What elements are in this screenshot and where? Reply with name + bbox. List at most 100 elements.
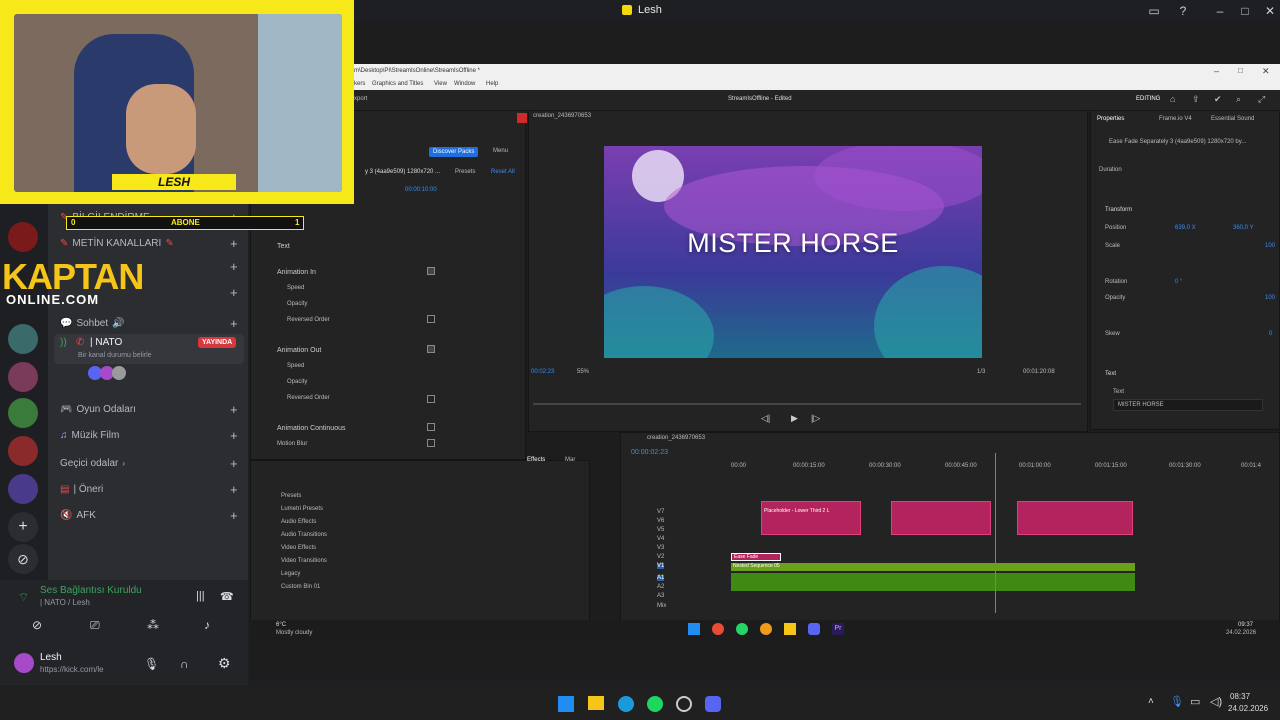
text-input[interactable]: MISTER HORSE	[1113, 399, 1263, 411]
tab-essential-sound[interactable]: Essential Sound	[1211, 116, 1254, 122]
playhead-timecode[interactable]: 00:02:23	[531, 369, 554, 375]
edge-icon[interactable]	[618, 696, 634, 712]
folder-item[interactable]: Audio Effects	[281, 519, 316, 525]
folder-item[interactable]: Legacy	[281, 571, 300, 577]
transform-section[interactable]: Transform	[1105, 207, 1132, 213]
disconnect-icon[interactable]: ☎	[220, 590, 234, 603]
share-icon[interactable]: ⇪	[1192, 94, 1200, 105]
scale-value[interactable]: 100	[1265, 243, 1275, 249]
timeline-clip-selected[interactable]: Ease Fade	[731, 553, 781, 561]
folder-item[interactable]: Presets	[281, 493, 301, 499]
close-panel-icon[interactable]	[517, 113, 527, 123]
help-icon[interactable]: ?	[1175, 3, 1191, 19]
display-icon[interactable]: ▭	[1190, 695, 1200, 708]
step-back-icon[interactable]: ◁|	[761, 413, 770, 424]
section-animation-out[interactable]: Animation Out	[277, 347, 321, 354]
presets-dropdown[interactable]: Presets	[455, 169, 475, 175]
section-text[interactable]: Text	[277, 243, 290, 250]
activity-icon[interactable]: ⁂	[147, 618, 159, 632]
rotation-value[interactable]: 0 °	[1175, 279, 1182, 285]
windows-start-icon[interactable]	[558, 696, 574, 712]
zoom-dropdown[interactable]: 55%	[577, 369, 589, 375]
screen-share-icon[interactable]: ⎚	[90, 618, 100, 633]
menu-item[interactable]: kers	[354, 81, 365, 87]
channel-category[interactable]: ♫ Müzik Film +	[60, 428, 238, 443]
channel-category[interactable]: 🔇 AFK +	[60, 508, 238, 523]
add-channel-icon[interactable]: +	[230, 316, 238, 331]
settings-gear-icon[interactable]: ⚙	[218, 655, 231, 672]
quality-dropdown[interactable]: 1/3	[977, 369, 985, 375]
play-button[interactable]: ▶	[791, 413, 798, 424]
spotify-icon[interactable]	[647, 696, 663, 712]
microphone-icon[interactable]: 🎙	[144, 657, 159, 671]
checkbox[interactable]	[427, 423, 435, 431]
timeline-clip[interactable]	[891, 501, 991, 535]
add-channel-icon[interactable]: +	[230, 402, 238, 417]
maximize-button[interactable]: □	[1237, 3, 1253, 19]
export-tab[interactable]: xport	[354, 96, 367, 102]
app-icon[interactable]	[760, 623, 772, 635]
scrubber-bar[interactable]	[533, 403, 1081, 405]
opacity-value[interactable]: 100	[1265, 295, 1275, 301]
explore-icon[interactable]: ⊘	[8, 544, 38, 574]
discover-packs-button[interactable]: Discover Packs	[429, 147, 479, 157]
timeline-clip[interactable]: Placeholder - Lower Third 2 L	[761, 501, 861, 535]
text-section[interactable]: Text	[1105, 371, 1116, 377]
channel-category[interactable]: Geçici odalar › +	[60, 456, 238, 471]
fullscreen-icon[interactable]: ⤢	[1258, 94, 1265, 105]
add-channel-icon[interactable]: +	[230, 508, 238, 523]
volume-icon[interactable]: ◁)	[1210, 695, 1222, 708]
picture-in-picture-icon[interactable]: ▭	[1146, 3, 1162, 19]
menu-item[interactable]: View	[434, 81, 447, 87]
server-icon[interactable]	[8, 324, 38, 354]
soundboard-icon[interactable]: ♪	[204, 618, 210, 632]
checkbox[interactable]	[427, 345, 435, 353]
timeline-timecode[interactable]: 00:00:02:23	[631, 449, 668, 456]
timeline-clip[interactable]	[1017, 501, 1133, 535]
folder-item[interactable]: Lumetri Presets	[281, 506, 323, 512]
folder-icon[interactable]	[784, 623, 796, 635]
add-channel-icon[interactable]: +	[230, 456, 238, 471]
menu-item[interactable]: Help	[486, 81, 498, 87]
menu-item[interactable]: Graphics and Titles	[372, 81, 423, 87]
skew-value[interactable]: 0	[1269, 331, 1272, 337]
search-icon[interactable]: ⌕	[1236, 94, 1241, 105]
windows-start-icon[interactable]	[688, 623, 700, 635]
file-explorer-icon[interactable]	[588, 696, 604, 710]
position-x-value[interactable]: 639,0 X	[1175, 225, 1196, 231]
folder-item[interactable]: Video Effects	[281, 545, 316, 551]
timeline-tab[interactable]: creation_2436970653	[647, 435, 705, 441]
premiere-icon[interactable]: Pr	[832, 623, 844, 635]
folder-item[interactable]: Audio Transitions	[281, 532, 327, 538]
channel-sohbet[interactable]: 💬 Sohbet 🔊 +	[60, 316, 238, 331]
status-icon[interactable]: ✔	[1214, 94, 1222, 105]
workspaces-icon[interactable]: ⌂	[1170, 94, 1175, 104]
sequence-tab[interactable]: creation_2436970653	[533, 113, 591, 119]
headphones-icon[interactable]: ∩	[180, 657, 189, 671]
checkbox[interactable]	[427, 439, 435, 447]
live-channel[interactable]: )) ✆ | NATO YAYINDA Bir kanal durumu bel…	[54, 334, 244, 364]
whatsapp-icon[interactable]	[736, 623, 748, 635]
channel-category[interactable]: ✎ METİN KANALLARI ✎ +	[60, 236, 238, 251]
add-channel-icon[interactable]: +	[230, 236, 238, 251]
tab-effects[interactable]: Effects	[527, 457, 545, 463]
minimize-button[interactable]: –	[1214, 66, 1219, 76]
folder-item[interactable]: Custom Bin 01	[281, 584, 320, 590]
noise-suppression-icon[interactable]: |||	[196, 590, 205, 602]
folder-item[interactable]: Video Transitions	[281, 558, 327, 564]
server-icon[interactable]	[8, 362, 38, 392]
add-channel-icon[interactable]: +	[230, 482, 238, 497]
graphic-item[interactable]: y 3 (4aa9e509) 1280x720 ...	[365, 169, 440, 175]
checkbox[interactable]	[427, 395, 435, 403]
chevron-up-icon[interactable]: ˄	[1148, 696, 1154, 707]
workspace-label[interactable]: EDITING	[1136, 96, 1160, 102]
playhead[interactable]	[995, 453, 996, 613]
section-animation-in[interactable]: Animation In	[277, 269, 316, 276]
reset-all-link[interactable]: Reset All	[491, 169, 515, 175]
clock-date[interactable]: 24.02.2026	[1228, 704, 1268, 713]
close-button[interactable]: ✕	[1262, 3, 1278, 19]
maximize-button[interactable]: □	[1238, 66, 1243, 75]
checkbox[interactable]	[427, 267, 435, 275]
camera-off-icon[interactable]: ⊘	[32, 618, 42, 632]
add-channel-icon[interactable]: +	[230, 285, 238, 300]
